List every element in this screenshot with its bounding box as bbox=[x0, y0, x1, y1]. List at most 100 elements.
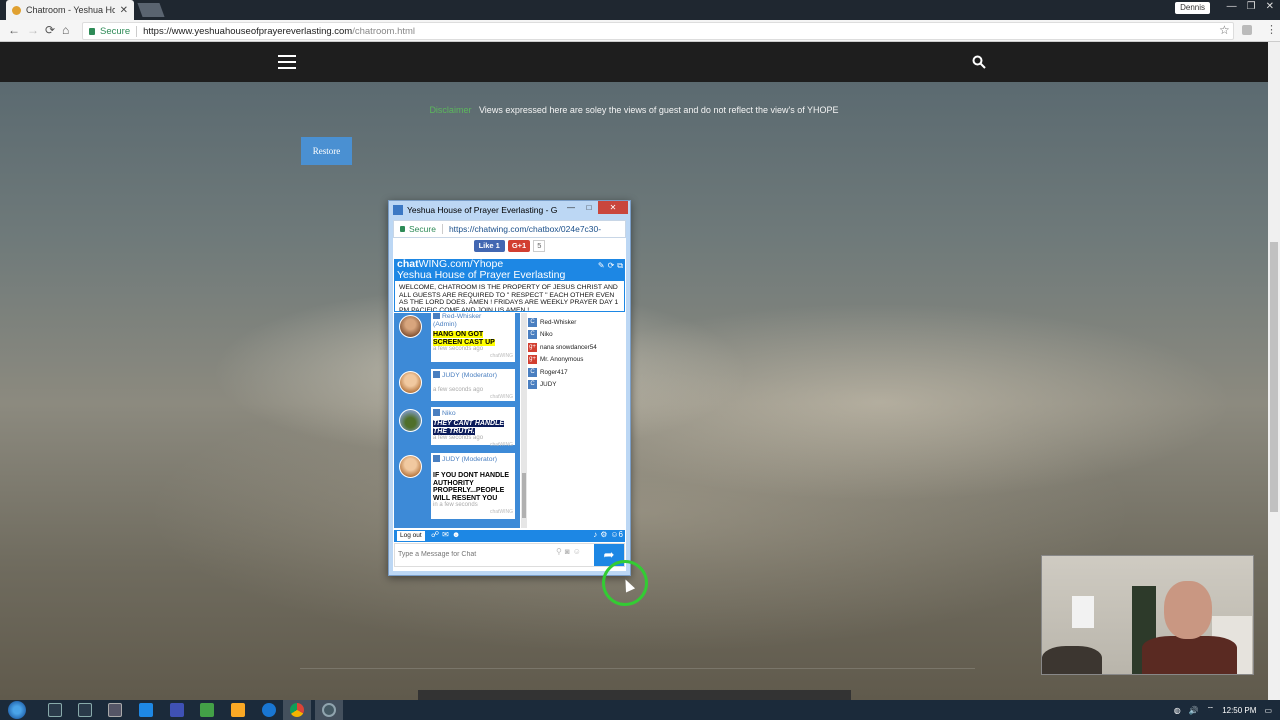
composer-icons: ⚲ ◙ ☺ bbox=[556, 547, 581, 556]
wifi-icon[interactable]: ⌔ bbox=[1207, 705, 1215, 715]
notification-bell-icon[interactable]: ♪ bbox=[593, 530, 597, 539]
restore-window-icon[interactable]: ❐ bbox=[1247, 0, 1256, 14]
media-player-icon[interactable] bbox=[322, 703, 336, 717]
message-username[interactable]: Niko bbox=[433, 409, 513, 418]
browser-tab[interactable]: Chatroom - Yeshua House ✕ bbox=[6, 0, 134, 20]
popup-address-bar[interactable]: Secure https://chatwing.com/chatbox/024e… bbox=[393, 220, 626, 238]
chat-message: Niko THEY CANT HANDLE THE TRUTH. a few s… bbox=[394, 405, 520, 448]
message-brand: chatWING bbox=[489, 509, 513, 515]
popup-title-bar[interactable]: Yeshua House of Prayer Everlasting - Go.… bbox=[389, 201, 630, 219]
message-username[interactable]: JUDY (Moderator) bbox=[433, 455, 513, 464]
emoticon-icon[interactable]: ☻ bbox=[452, 530, 460, 539]
file-explorer-icon[interactable] bbox=[231, 703, 245, 717]
popup-close-icon[interactable]: ✕ bbox=[598, 201, 628, 214]
groups-icon[interactable]: ☍ bbox=[431, 530, 439, 539]
online-users-icon[interactable]: ☺6 bbox=[610, 530, 623, 539]
facebook-like-button[interactable]: Like 1 bbox=[473, 240, 505, 252]
message-username[interactable]: JUDY (Moderator) bbox=[433, 371, 513, 380]
bookmark-star-icon[interactable]: ☆ bbox=[1219, 23, 1230, 37]
user-list-item[interactable]: C JUDY bbox=[528, 379, 625, 392]
chatbox-header: chatWING.com/Yhope Yeshua House of Praye… bbox=[394, 259, 625, 281]
popup-title: Yeshua House of Prayer Everlasting - Go.… bbox=[407, 205, 557, 215]
page-scrollbar[interactable] bbox=[1268, 42, 1280, 700]
chatwing-badge-icon bbox=[433, 371, 440, 378]
message-scrollbar[interactable] bbox=[521, 313, 527, 528]
social-buttons: Like 1 G+1 5 bbox=[393, 240, 626, 256]
extension-icon[interactable] bbox=[1242, 25, 1252, 35]
message-scrollbar-thumb[interactable] bbox=[522, 473, 526, 518]
app-icon[interactable] bbox=[200, 703, 214, 717]
webcam-overlay bbox=[1041, 555, 1254, 675]
task-view-icon[interactable] bbox=[108, 703, 122, 717]
forward-icon[interactable]: → bbox=[27, 23, 39, 37]
user-list-item[interactable]: g+ Mr. Anonymous bbox=[528, 354, 625, 367]
avatar[interactable] bbox=[399, 371, 422, 394]
message-brand: chatWING bbox=[489, 353, 513, 359]
chatwing-badge-icon bbox=[433, 313, 440, 319]
edit-icon[interactable]: ✎ bbox=[598, 261, 605, 271]
network-icon[interactable]: ◍ bbox=[1174, 706, 1181, 715]
cortana-icon[interactable] bbox=[48, 703, 62, 717]
scrollbar-thumb[interactable] bbox=[1270, 242, 1278, 512]
message-text: HANG ON GOT SCREEN CAST UP bbox=[433, 331, 513, 346]
clock[interactable]: 12:50 PM bbox=[1222, 706, 1256, 715]
close-window-icon[interactable]: ✕ bbox=[1266, 0, 1274, 14]
logout-button[interactable]: Log out bbox=[397, 531, 425, 541]
avatar[interactable] bbox=[399, 409, 422, 432]
username-text: Red-Whisker bbox=[442, 313, 482, 320]
popout-icon[interactable]: ⧉ bbox=[617, 261, 623, 271]
tab-close-icon[interactable]: ✕ bbox=[120, 5, 128, 16]
search-taskbar-icon[interactable] bbox=[78, 703, 92, 717]
search-icon[interactable] bbox=[972, 55, 986, 69]
user-list-item[interactable]: C Niko bbox=[528, 329, 625, 342]
footer-left-icons: ☍ ✉ ☻ bbox=[431, 530, 460, 539]
message-input[interactable] bbox=[398, 547, 558, 561]
refresh-icon[interactable]: ⟳ bbox=[608, 261, 615, 271]
internet-explorer-icon[interactable] bbox=[262, 703, 276, 717]
new-tab-button[interactable] bbox=[137, 3, 165, 17]
message-username[interactable]: Red-Whisker bbox=[433, 313, 513, 321]
back-icon[interactable]: ← bbox=[8, 23, 20, 37]
user-list-item[interactable]: g+ nana snowdancer54 bbox=[528, 341, 625, 354]
chat-message: JUDY (Moderator) IF YOU DONT HANDLE AUTH… bbox=[394, 449, 520, 527]
start-button[interactable] bbox=[8, 701, 26, 719]
camera-icon[interactable]: ◙ bbox=[565, 547, 570, 556]
popup-url: https://chatwing.com/chatbox/024e7c30- bbox=[448, 224, 602, 234]
chrome-icon[interactable] bbox=[290, 703, 304, 717]
lock-icon bbox=[400, 226, 405, 232]
chat-bubbles-icon[interactable]: ✉ bbox=[442, 530, 449, 539]
visual-studio-icon[interactable] bbox=[170, 703, 184, 717]
smiley-icon[interactable]: ☺ bbox=[573, 547, 581, 556]
store-icon[interactable] bbox=[139, 703, 153, 717]
tab-title: Chatroom - Yeshua House bbox=[26, 5, 115, 15]
reload-icon[interactable]: ⟳ bbox=[45, 23, 55, 37]
google-plus-button[interactable]: G+1 bbox=[507, 240, 531, 252]
profile-button[interactable]: Dennis bbox=[1175, 2, 1210, 14]
window-controls: — ❐ ✕ bbox=[1227, 0, 1274, 14]
message-composer: ⚲ ◙ ☺ ➦ bbox=[394, 543, 625, 567]
chat-message: Red-Whisker (Admin) HANG ON GOT SCREEN C… bbox=[394, 313, 520, 364]
message-bubble: JUDY (Moderator) a few seconds ago chatW… bbox=[431, 369, 515, 401]
user-list-item[interactable]: C Red-Whisker bbox=[528, 316, 625, 329]
chat-popup-window[interactable]: Yeshua House of Prayer Everlasting - Go.… bbox=[388, 200, 631, 576]
popup-minimize-icon[interactable]: — bbox=[562, 201, 580, 214]
settings-gear-icon[interactable]: ⚙ bbox=[600, 530, 607, 539]
message-text-highlight: THEY CANT HANDLE THE TRUTH. bbox=[433, 420, 505, 435]
avatar[interactable] bbox=[399, 315, 422, 338]
volume-icon[interactable]: 🔊 bbox=[1189, 706, 1199, 715]
header-icons: ✎ ⟳ ⧉ bbox=[598, 261, 623, 271]
minimize-icon[interactable]: — bbox=[1227, 0, 1237, 14]
address-bar[interactable]: Secure https://www.yeshuahouseofprayerev… bbox=[82, 22, 1234, 40]
link-icon[interactable]: ⚲ bbox=[556, 547, 562, 556]
message-list: Red-Whisker (Admin) HANG ON GOT SCREEN C… bbox=[394, 313, 520, 528]
notifications-icon[interactable]: ▭ bbox=[1264, 706, 1272, 715]
browser-menu-icon[interactable]: ⋮ bbox=[1266, 23, 1277, 36]
avatar[interactable] bbox=[399, 455, 422, 478]
restore-button[interactable]: Restore bbox=[301, 137, 352, 165]
popup-maximize-icon[interactable]: □ bbox=[580, 201, 598, 214]
browser-toolbar: ← → ⟳ ⌂ Secure https://www.yeshuahouseof… bbox=[0, 20, 1280, 42]
chatwing-badge-icon: C bbox=[528, 367, 537, 377]
home-icon[interactable]: ⌂ bbox=[62, 23, 69, 37]
hamburger-menu-icon[interactable] bbox=[278, 55, 296, 69]
user-list-item[interactable]: C Roger417 bbox=[528, 366, 625, 379]
